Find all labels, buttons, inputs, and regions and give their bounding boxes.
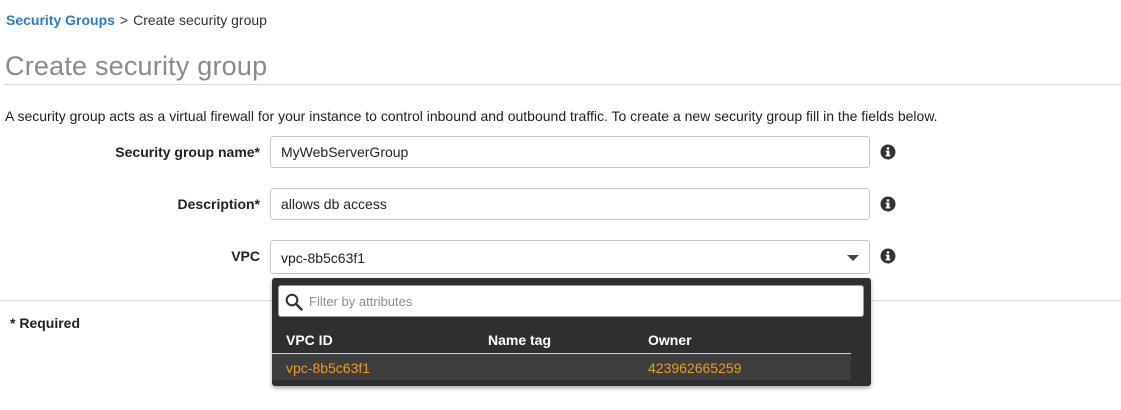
vpc-dropdown-panel: VPC ID Name tag Owner vpc-8b5c63f1 42396… — [272, 278, 871, 386]
vpc-option-id: vpc-8b5c63f1 — [286, 360, 371, 376]
description-input[interactable] — [270, 188, 870, 220]
breadcrumb-separator: > — [119, 12, 129, 28]
description-label: Description* — [177, 196, 260, 212]
form-row-description: Description* — [0, 188, 1121, 222]
info-icon[interactable] — [880, 196, 896, 212]
security-group-name-label: Security group name* — [115, 144, 260, 160]
vpc-filter-input[interactable] — [309, 286, 849, 316]
vpc-option-owner: 423962665259 — [648, 360, 742, 376]
info-icon[interactable] — [880, 144, 896, 160]
column-header-owner: Owner — [648, 332, 692, 348]
breadcrumb-link-security-groups[interactable]: Security Groups — [6, 12, 115, 28]
intro-text: A security group acts as a virtual firew… — [5, 108, 938, 124]
form-row-vpc: VPC vpc-8b5c63f1 — [0, 240, 1121, 274]
vpc-label: VPC — [231, 248, 260, 264]
vpc-select[interactable]: vpc-8b5c63f1 — [270, 240, 870, 274]
info-icon[interactable] — [880, 248, 896, 264]
create-security-group-page: Security Groups > Create security group Cr… — [0, 0, 1121, 410]
search-icon — [285, 293, 303, 311]
column-header-vpc-id: VPC ID — [286, 332, 333, 348]
vpc-filter-field[interactable] — [278, 285, 864, 317]
security-group-name-input[interactable] — [270, 136, 870, 168]
breadcrumb: Security Groups > Create security group — [6, 12, 267, 28]
breadcrumb-current: Create security group — [133, 12, 267, 28]
page-title: Create security group — [5, 51, 268, 81]
form-row-name: Security group name* — [0, 136, 1121, 170]
column-header-name-tag: Name tag — [488, 332, 552, 348]
vpc-option-row[interactable]: vpc-8b5c63f1 423962665259 — [272, 354, 851, 380]
required-note: * Required — [10, 315, 81, 331]
chevron-down-icon — [847, 255, 859, 261]
vpc-select-value: vpc-8b5c63f1 — [281, 250, 366, 266]
title-divider — [4, 84, 1121, 85]
